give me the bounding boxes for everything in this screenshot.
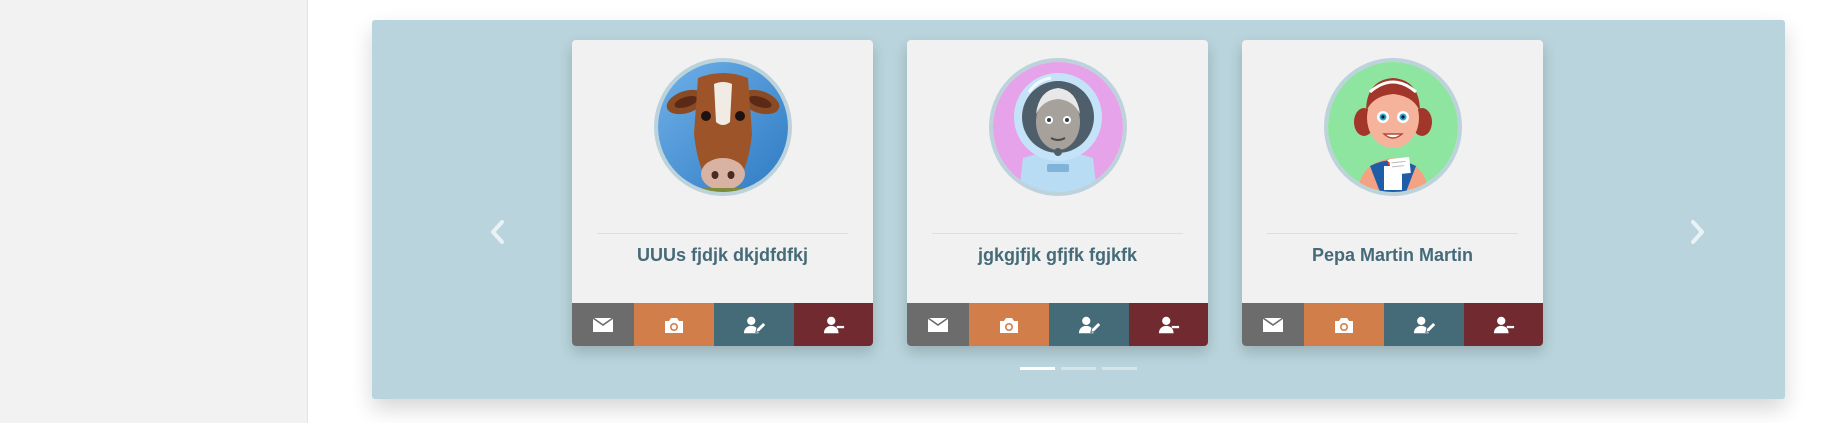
profile-card: UUUs fjdjk dkjdfdfkj [572, 40, 873, 346]
user-minus-icon [823, 315, 845, 335]
carousel-next-button[interactable] [1678, 208, 1718, 256]
profile-carousel: UUUs fjdjk dkjdfdfkj jgkgjfjk gfjfk fgjk… [372, 20, 1785, 399]
user-minus-icon [1158, 315, 1180, 335]
camera-icon [1333, 315, 1355, 335]
card-actions [1242, 303, 1543, 346]
astronaut-illustration [993, 62, 1123, 192]
envelope-icon [1262, 315, 1284, 335]
profile-name: UUUs fjdjk dkjdfdfkj [636, 245, 808, 265]
edit-user-button[interactable] [1384, 303, 1464, 346]
user-minus-icon [1493, 315, 1515, 335]
send-message-button[interactable] [572, 303, 634, 346]
carousel-indicator[interactable] [1102, 367, 1137, 370]
envelope-icon [592, 315, 614, 335]
chevron-right-icon [1691, 220, 1704, 244]
card-divider [932, 233, 1183, 234]
camera-icon [998, 315, 1020, 335]
view-photos-button[interactable] [1304, 303, 1384, 346]
view-photos-button[interactable] [969, 303, 1049, 346]
carousel-indicators [1020, 367, 1137, 370]
avatar [1324, 58, 1462, 196]
send-message-button[interactable] [1242, 303, 1304, 346]
avatar [989, 58, 1127, 196]
avatar [654, 58, 792, 196]
remove-user-button[interactable] [1464, 303, 1543, 346]
carousel-indicator[interactable] [1061, 367, 1096, 370]
remove-user-button[interactable] [794, 303, 873, 346]
sidebar-panel [0, 0, 308, 423]
envelope-icon [927, 315, 949, 335]
remove-user-button[interactable] [1129, 303, 1208, 346]
profile-name: jgkgjfjk gfjfk fgjkfk [977, 245, 1137, 265]
woman-illustration [1328, 62, 1458, 192]
chevron-left-icon [491, 220, 504, 244]
cow-photo [658, 62, 788, 192]
view-photos-button[interactable] [634, 303, 714, 346]
card-actions [572, 303, 873, 346]
camera-icon [663, 315, 685, 335]
user-edit-icon [743, 315, 765, 335]
profile-card: jgkgjfjk gfjfk fgjkfk [907, 40, 1208, 346]
profile-card: Pepa Martin Martin [1242, 40, 1543, 346]
card-divider [597, 233, 848, 234]
edit-user-button[interactable] [1049, 303, 1129, 346]
profile-name: Pepa Martin Martin [1311, 245, 1474, 265]
carousel-prev-button[interactable] [477, 208, 517, 256]
card-actions [907, 303, 1208, 346]
user-edit-icon [1078, 315, 1100, 335]
carousel-indicator[interactable] [1020, 367, 1055, 370]
user-edit-icon [1413, 315, 1435, 335]
send-message-button[interactable] [907, 303, 969, 346]
card-divider [1267, 233, 1518, 234]
edit-user-button[interactable] [714, 303, 794, 346]
